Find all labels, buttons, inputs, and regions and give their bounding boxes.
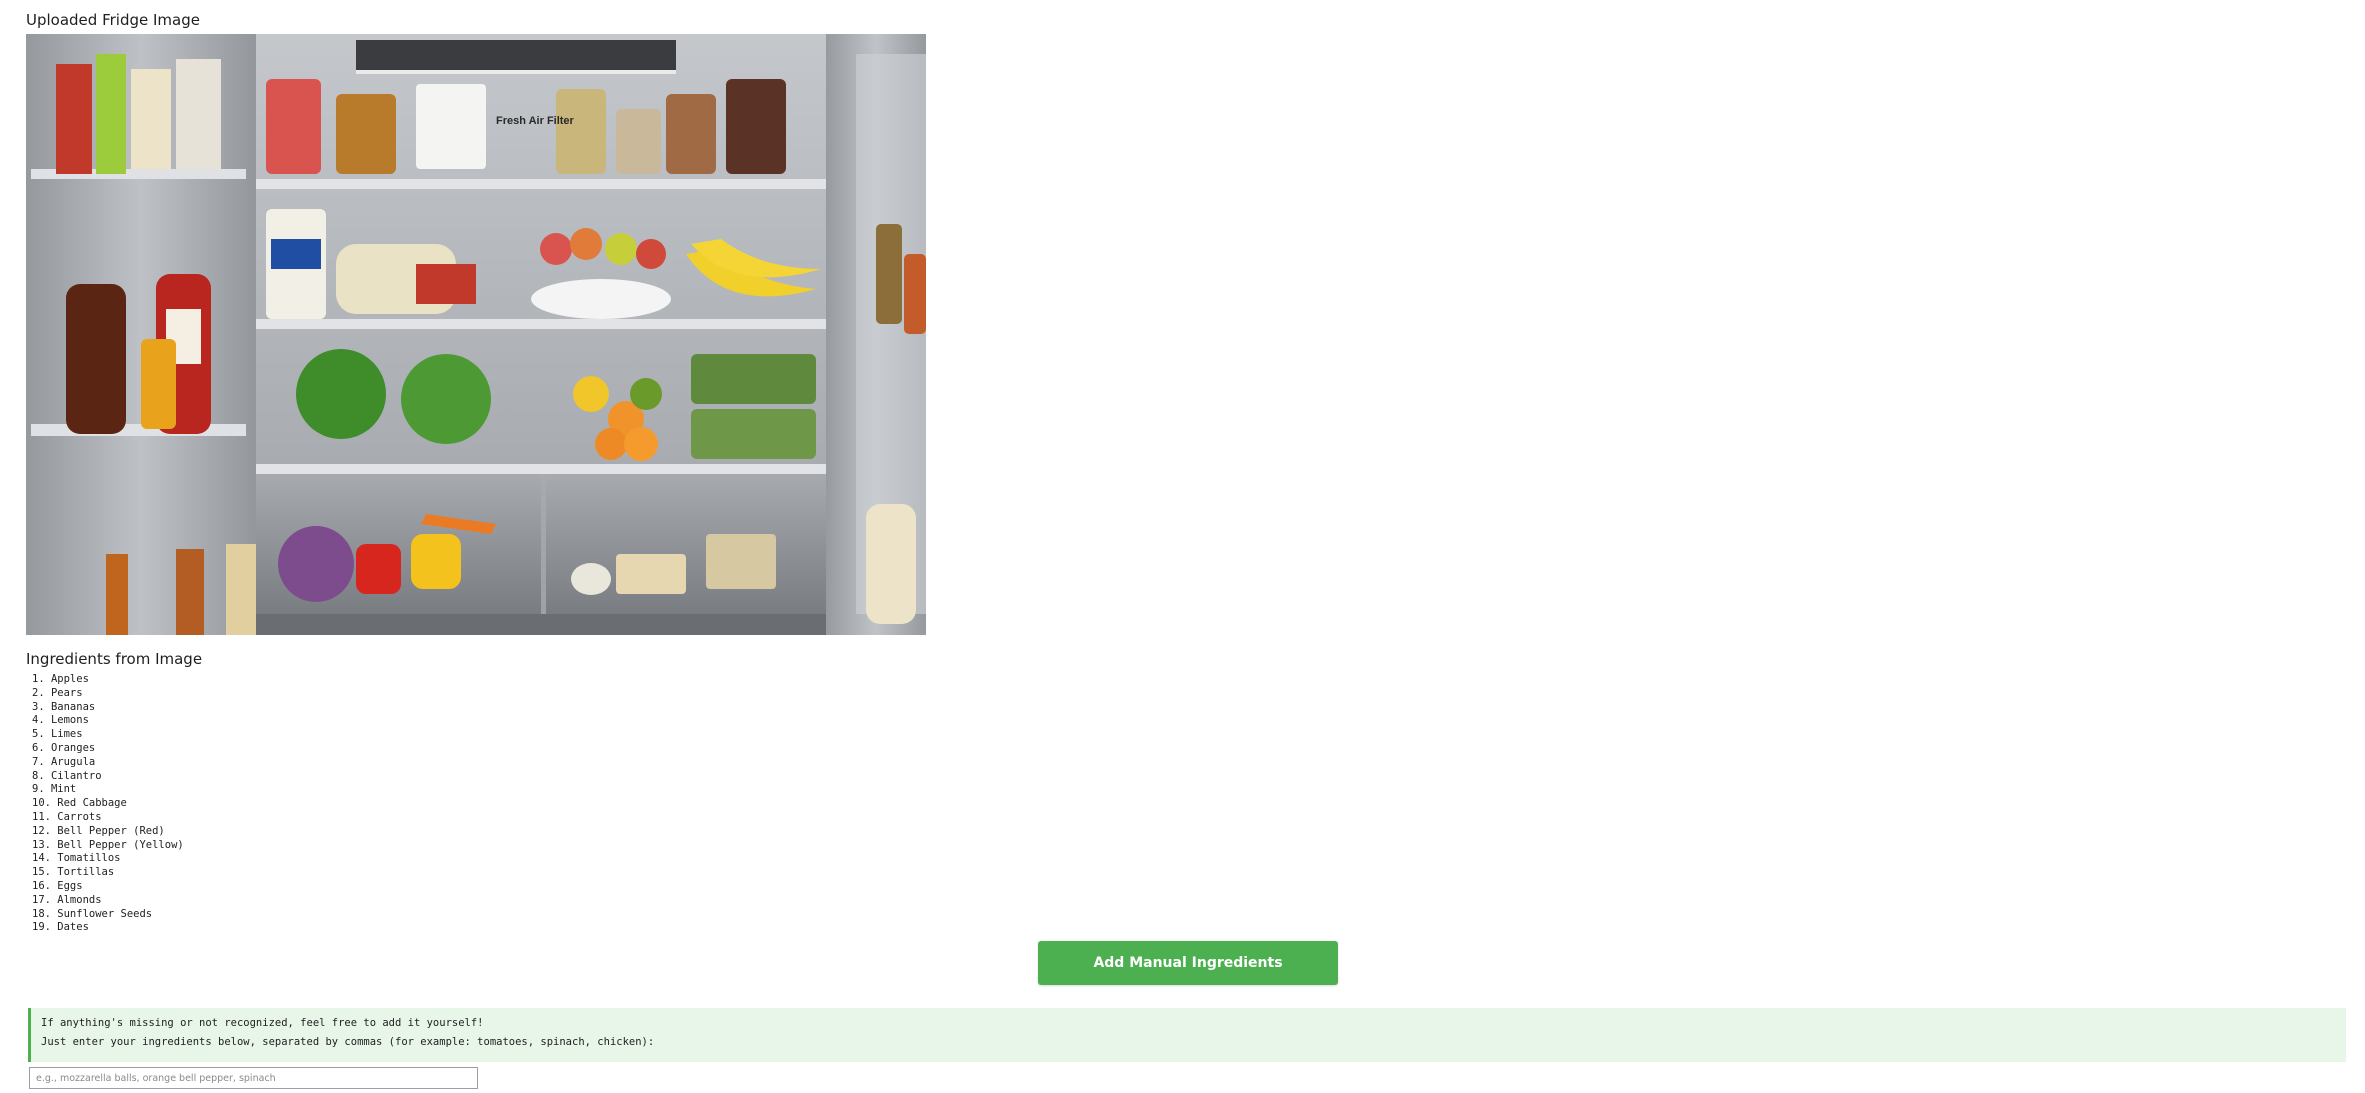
fridge-illustration: Fresh Air Filter — [26, 34, 926, 635]
fresh-air-filter-label: Fresh Air Filter — [496, 115, 575, 127]
manual-entry-info-box: If anything's missing or not recognized,… — [28, 1008, 2346, 1062]
ingredient-item: 3. Bananas — [32, 700, 96, 713]
ingredient-item: 9. Mint — [32, 783, 77, 796]
ingredient-item: 13. Bell Pepper (Yellow) — [32, 838, 184, 851]
ingredient-item: 4. Lemons — [32, 714, 89, 727]
ingredient-item: 5. Limes — [32, 728, 83, 741]
ingredient-item: 12. Bell Pepper (Red) — [32, 824, 165, 837]
info-line-instructions: Just enter your ingredients below, separ… — [41, 1036, 655, 1048]
add-manual-ingredients-button[interactable]: Add Manual Ingredients — [1038, 941, 1338, 985]
uploaded-image-title: Uploaded Fridge Image — [26, 11, 200, 29]
ingredient-item: 2. Pears — [32, 686, 83, 699]
ingredient-item: 17. Almonds — [32, 893, 102, 906]
ingredients-list: 1. Apples 2. Pears 3. Bananas 4. Lemons 5. L… — [32, 673, 184, 935]
ingredient-item: 6. Oranges — [32, 741, 96, 754]
ingredients-title: Ingredients from Image — [26, 650, 203, 668]
ingredient-item: 18. Sunflower Seeds — [32, 907, 153, 920]
ingredient-item: 16. Eggs — [32, 879, 83, 892]
ingredient-item: 19. Dates — [32, 921, 89, 934]
ingredient-item: 1. Apples — [32, 673, 89, 685]
ingredient-item: 11. Carrots — [32, 810, 102, 823]
info-line-missing: If anything's missing or not recognized,… — [41, 1017, 484, 1029]
ingredient-item: 15. Tortillas — [32, 866, 115, 879]
manual-ingredients-input[interactable] — [29, 1067, 478, 1089]
ingredient-item: 7. Arugula — [32, 755, 96, 768]
ingredient-item: 8. Cilantro — [32, 769, 102, 782]
ingredient-item: 14. Tomatillos — [32, 852, 121, 865]
ingredient-item: 10. Red Cabbage — [32, 797, 127, 810]
fridge-photo: Fresh Air Filter — [26, 34, 926, 635]
